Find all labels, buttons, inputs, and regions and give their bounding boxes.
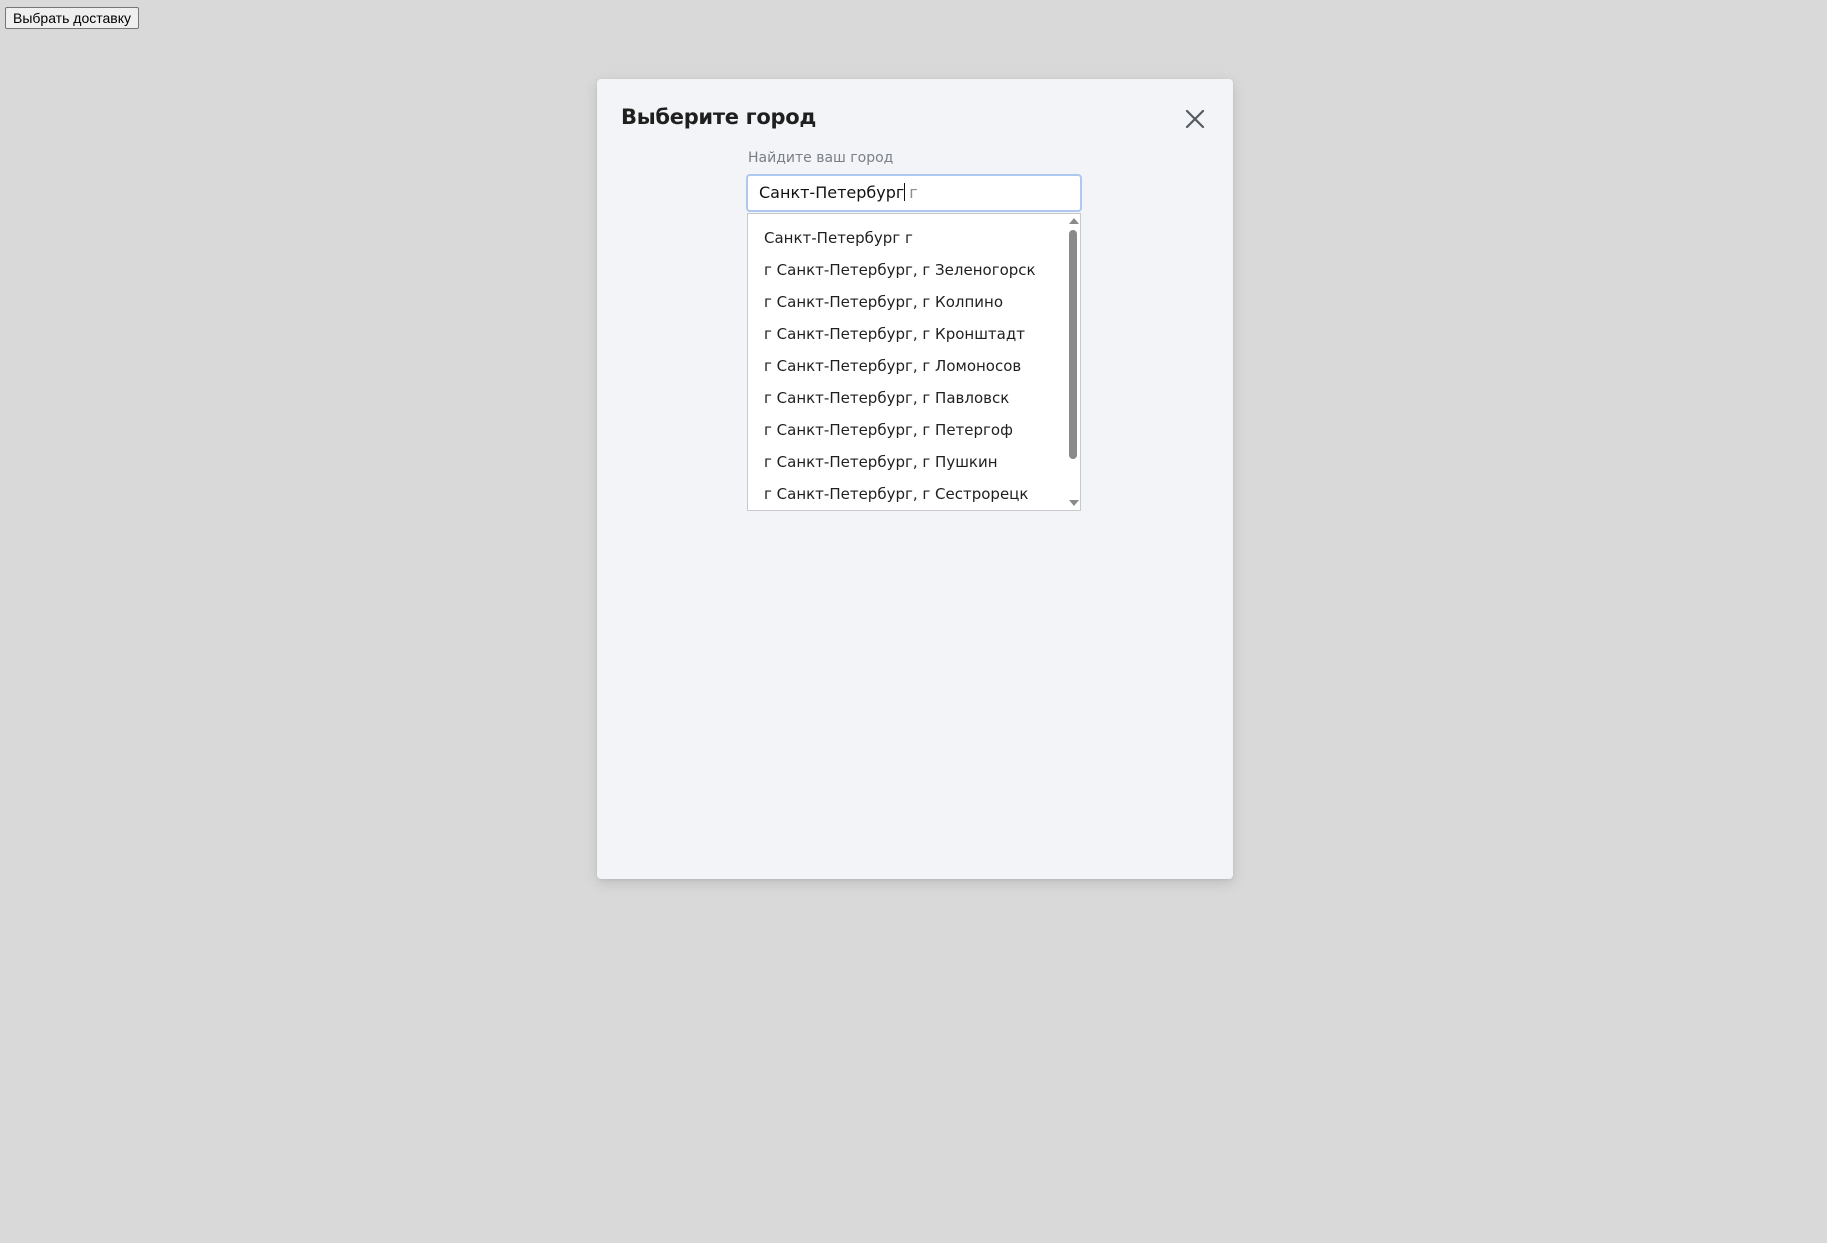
choose-delivery-button[interactable]: Выбрать доставку: [5, 7, 139, 29]
search-field-label: Найдите ваш город: [748, 150, 894, 166]
city-search-value[interactable]: Санкт-Петербург г: [759, 176, 918, 210]
text-caret: [904, 183, 906, 201]
suggestion-item[interactable]: г Санкт-Петербург, г Сестрорецк: [748, 478, 1064, 510]
suggestion-item[interactable]: г Санкт-Петербург, г Колпино: [748, 286, 1064, 318]
close-button[interactable]: [1181, 105, 1209, 133]
suggestion-item[interactable]: г Санкт-Петербург, г Петергоф: [748, 414, 1064, 446]
suggestion-item[interactable]: г Санкт-Петербург, г Пушкин: [748, 446, 1064, 478]
suggestion-item[interactable]: г Санкт-Петербург, г Кронштадт: [748, 318, 1064, 350]
autocomplete-hint: г: [909, 183, 918, 202]
suggestion-item[interactable]: г Санкт-Петербург, г Ломоносов: [748, 350, 1064, 382]
dropdown-scrollbar[interactable]: [1066, 214, 1080, 510]
suggestions-list: Санкт-Петербург г г Санкт-Петербург, г З…: [748, 222, 1064, 510]
suggestion-item[interactable]: г Санкт-Петербург, г Зеленогорск: [748, 254, 1064, 286]
city-select-modal: Выберите город Найдите ваш город Санкт-П…: [597, 79, 1233, 879]
close-icon: [1185, 109, 1205, 129]
scrollbar-thumb[interactable]: [1069, 230, 1077, 459]
suggestions-dropdown: Санкт-Петербург г г Санкт-Петербург, г З…: [747, 213, 1081, 511]
modal-title: Выберите город: [621, 105, 816, 129]
scroll-up-arrow-icon[interactable]: [1069, 218, 1079, 224]
suggestion-item[interactable]: Санкт-Петербург г: [748, 222, 1064, 254]
typed-text: Санкт-Петербург: [759, 183, 905, 202]
scroll-down-arrow-icon[interactable]: [1069, 500, 1079, 506]
city-search-input[interactable]: Санкт-Петербург г: [746, 174, 1082, 212]
suggestion-item[interactable]: г Санкт-Петербург, г Павловск: [748, 382, 1064, 414]
